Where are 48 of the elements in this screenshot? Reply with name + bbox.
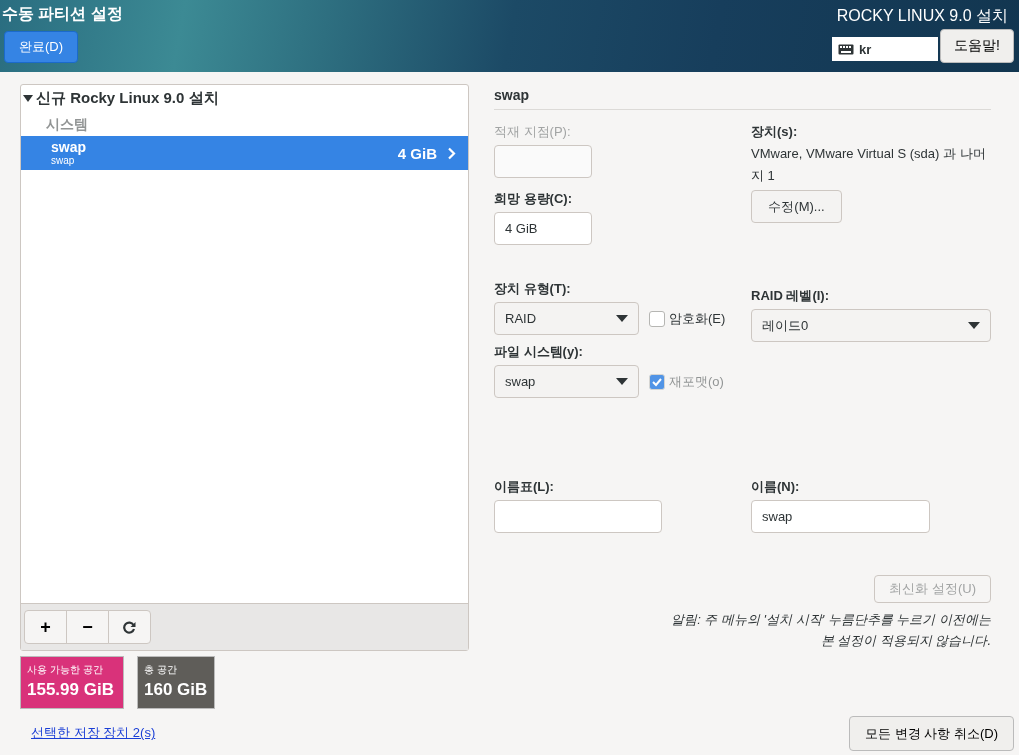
product-title: ROCKY LINUX 9.0 설치: [836, 6, 1008, 26]
expander-icon: [23, 94, 33, 103]
partition-details-title: swap: [494, 84, 991, 110]
page-title: 수동 파티션 설정: [2, 4, 123, 24]
modify-button[interactable]: 수정(M)...: [751, 190, 842, 223]
space-value: 160 GiB: [144, 680, 208, 700]
checkbox[interactable]: [649, 310, 665, 327]
add-partition-button[interactable]: +: [24, 610, 67, 644]
field-label: 이름표(L):: [494, 478, 555, 496]
dropdown-arrow-icon: [968, 322, 980, 329]
refresh-button[interactable]: [108, 610, 151, 644]
field-label: 파일 시스템(y):: [494, 343, 584, 361]
raid-level-dropdown[interactable]: 레이드0: [751, 309, 991, 342]
label-field[interactable]: [494, 500, 662, 533]
filesystem-dropdown[interactable]: swap: [494, 365, 639, 398]
partition-type: swap: [51, 155, 76, 166]
installation-tree-header[interactable]: 신규 Rocky Linux 9.0 설치: [21, 85, 468, 112]
space-label: 총 공간: [144, 663, 178, 677]
field-label: 장치 유형(T):: [494, 280, 572, 298]
field-label: 희망 용량(C):: [494, 190, 573, 208]
device-type-dropdown[interactable]: RAID: [494, 302, 639, 335]
field-label: 적재 지점(P):: [494, 123, 572, 141]
partition-row[interactable]: swap swap 4 GiB: [21, 136, 468, 170]
dropdown-arrow-icon: [616, 315, 628, 322]
reset-all-button[interactable]: 모든 변경 사항 취소(D): [849, 716, 1014, 751]
device-description: VMware, VMware Virtual S (sda) 과 나머지 1: [751, 145, 987, 185]
name-field[interactable]: swap: [751, 500, 930, 533]
capacity-field[interactable]: 4 GiB: [494, 212, 592, 245]
help-button[interactable]: 도움말!: [940, 29, 1014, 63]
field-label: 장치(s):: [751, 123, 799, 141]
remove-partition-button[interactable]: −: [66, 610, 109, 644]
field-label: RAID 레벨(I):: [751, 287, 830, 305]
keyboard-icon: [838, 43, 854, 55]
partition-size: 4 GiB: [397, 144, 437, 162]
notice-text: 알림: 주 메뉴의 '설치 시작' 누름단추를 누르기 이전에는 본 설정이 적용되지 않습니다.: [671, 611, 991, 650]
selected-storage-link[interactable]: 선택한 저장 장치 2(s): [31, 725, 156, 741]
keyboard-layout-indicator[interactable]: kr: [832, 37, 938, 61]
done-button[interactable]: 완료(D): [4, 31, 78, 63]
group-label: 시스템: [45, 115, 89, 134]
field-label: 이름(N):: [751, 478, 801, 496]
space-label: 사용 가능한 공간: [27, 663, 104, 677]
partition-name: swap: [51, 140, 86, 155]
checkbox-label: 재포맷(o): [669, 372, 724, 391]
checkbox-label: 암호화(E): [669, 309, 726, 328]
dropdown-arrow-icon: [616, 378, 628, 385]
chevron-right-icon: [447, 146, 456, 160]
space-value: 155.99 GiB: [27, 680, 115, 700]
refresh-icon: [123, 620, 136, 634]
